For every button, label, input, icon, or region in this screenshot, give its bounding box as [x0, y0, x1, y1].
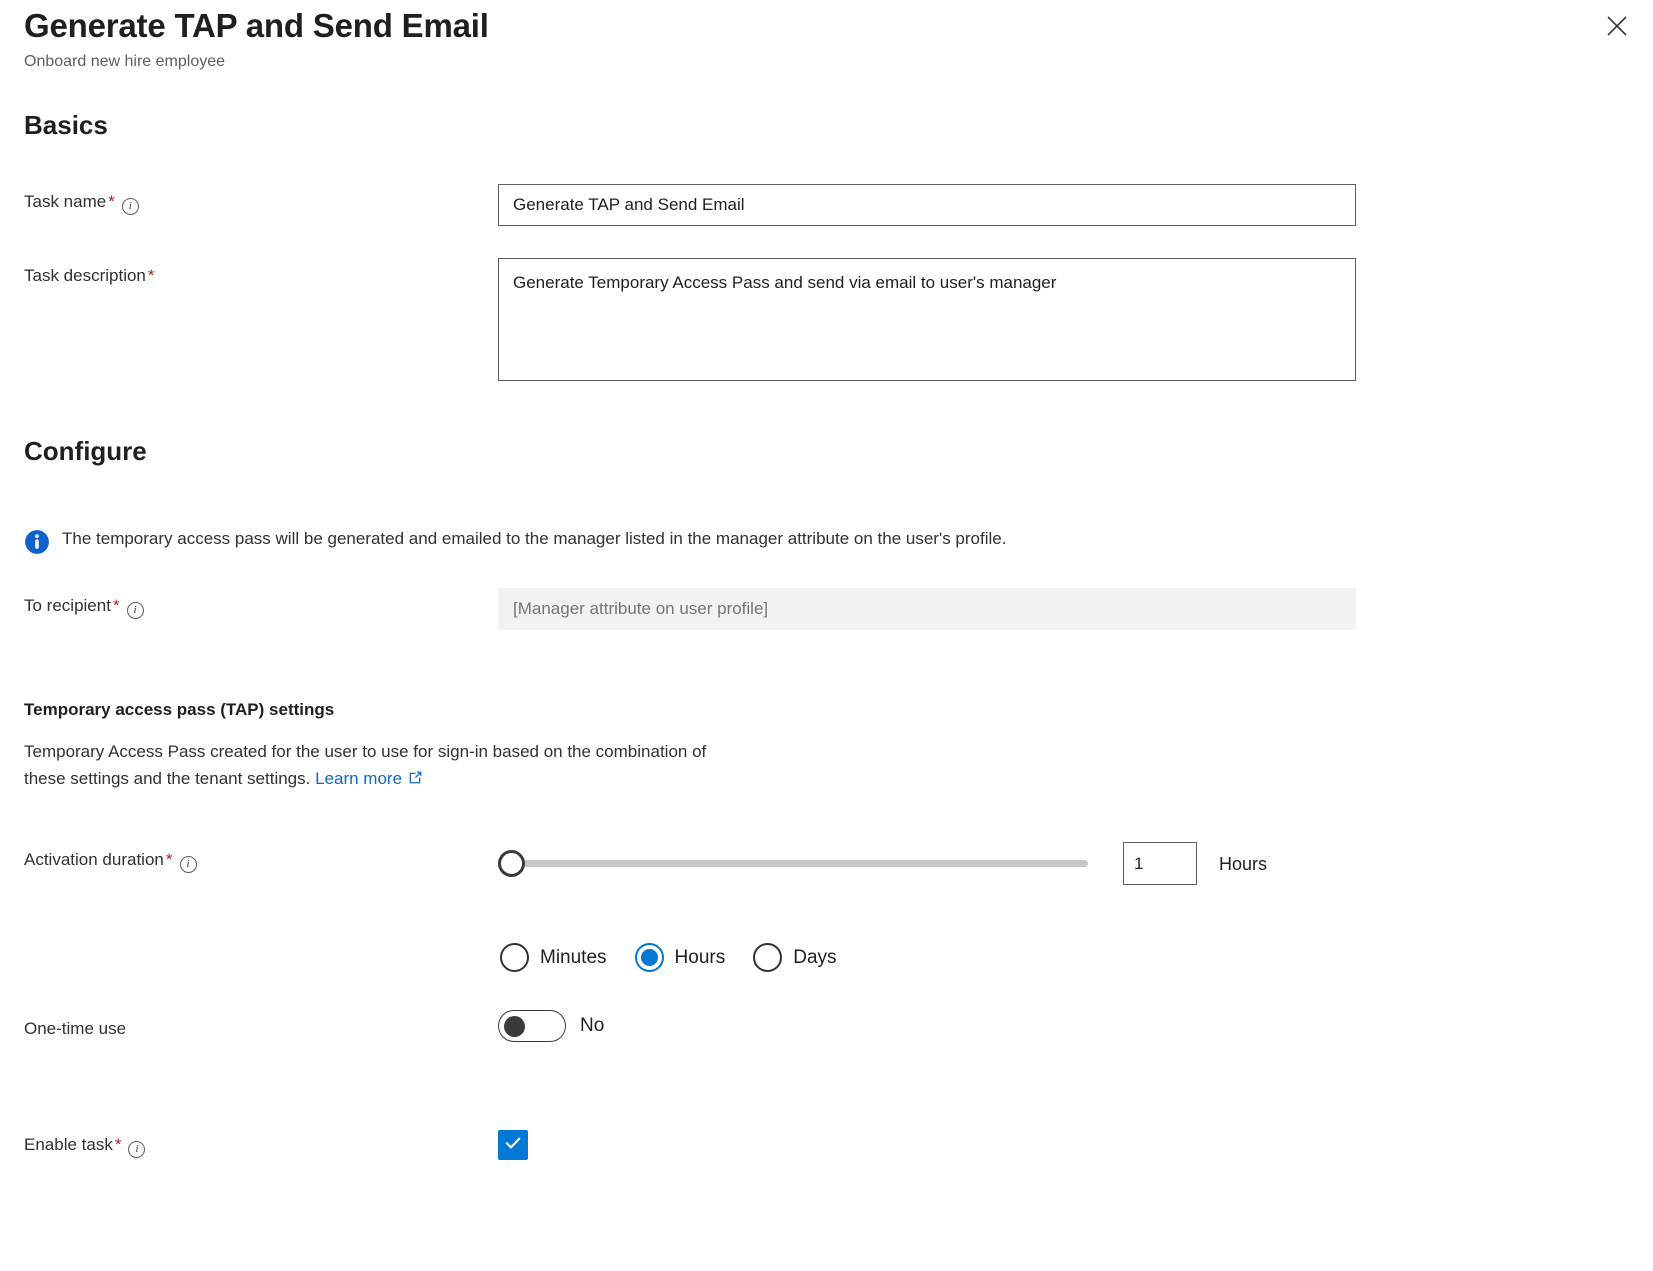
required-asterisk: * [166, 850, 173, 869]
info-filled-icon [24, 529, 50, 560]
tap-settings-description: Temporary Access Pass created for the us… [24, 738, 1034, 794]
duration-unit-radio-group: Minutes Hours Days [500, 943, 1629, 972]
tap-settings-block: Temporary access pass (TAP) settings Tem… [24, 698, 1629, 794]
activation-duration-row: Activation duration* i Hours Minutes Hour… [24, 842, 1629, 972]
duration-unit-label: Hours [1219, 852, 1267, 876]
radio-option-hours[interactable]: Hours [635, 943, 726, 972]
to-recipient-input [498, 588, 1356, 630]
close-button[interactable] [1599, 8, 1635, 44]
required-asterisk: * [108, 192, 115, 211]
close-icon [1605, 14, 1629, 38]
tap-description-line2: these settings and the tenant settings. [24, 769, 310, 788]
task-description-textarea[interactable] [498, 258, 1356, 381]
task-name-label-text: Task name [24, 192, 106, 211]
task-name-row: Task name* i [24, 184, 1629, 226]
checkmark-icon [503, 1133, 523, 1158]
activation-duration-control: Hours Minutes Hours Days [498, 842, 1629, 972]
duration-number-input[interactable] [1123, 842, 1197, 885]
external-link-icon[interactable] [407, 767, 424, 794]
radio-mark-days [753, 943, 782, 972]
toggle-knob [504, 1016, 525, 1037]
task-description-label: Task description* [24, 258, 498, 288]
duration-slider-wrap: Hours [498, 842, 1629, 885]
one-time-use-toggle-wrap: No [498, 1010, 1629, 1042]
radio-mark-hours [635, 943, 664, 972]
activation-duration-label: Activation duration* i [24, 842, 498, 873]
slider-thumb[interactable] [498, 850, 525, 877]
tap-description-line1: Temporary Access Pass created for the us… [24, 742, 706, 761]
one-time-use-row: One-time use No [24, 1010, 1629, 1042]
enable-task-row: Enable task* i [24, 1130, 1629, 1160]
info-circle-icon[interactable]: i [128, 1141, 145, 1158]
task-configuration-panel: Generate TAP and Send Email Onboard new … [0, 0, 1653, 1271]
activation-duration-label-text: Activation duration [24, 850, 164, 869]
task-name-input[interactable] [498, 184, 1356, 226]
task-name-label: Task name* i [24, 184, 498, 215]
task-name-control [498, 184, 1629, 226]
to-recipient-label: To recipient* i [24, 588, 498, 619]
page-subtitle: Onboard new hire employee [24, 50, 1629, 74]
enable-task-control [498, 1130, 1629, 1160]
info-circle-icon[interactable]: i [180, 856, 197, 873]
enable-task-checkbox[interactable] [498, 1130, 528, 1160]
to-recipient-control [498, 588, 1629, 630]
one-time-use-label: One-time use [24, 1011, 498, 1041]
info-banner-message: The temporary access pass will be genera… [62, 526, 1006, 552]
task-description-control [498, 258, 1629, 386]
page-title: Generate TAP and Send Email [24, 4, 1629, 48]
info-circle-icon[interactable]: i [127, 602, 144, 619]
slider-track [512, 860, 1088, 867]
basics-section-title: Basics [24, 108, 1629, 142]
info-circle-icon[interactable]: i [122, 198, 139, 215]
to-recipient-label-text: To recipient [24, 596, 111, 615]
tap-settings-heading: Temporary access pass (TAP) settings [24, 698, 1629, 722]
required-asterisk: * [113, 596, 120, 615]
one-time-use-label-text: One-time use [24, 1019, 126, 1038]
radio-mark-minutes [500, 943, 529, 972]
activation-duration-slider[interactable] [498, 848, 1088, 880]
to-recipient-row: To recipient* i [24, 588, 1629, 630]
required-asterisk: * [148, 266, 155, 285]
enable-task-label: Enable task* i [24, 1133, 498, 1158]
configure-section-title: Configure [24, 434, 1629, 468]
info-banner: The temporary access pass will be genera… [24, 526, 1629, 560]
radio-option-days[interactable]: Days [753, 943, 836, 972]
panel-header: Generate TAP and Send Email Onboard new … [24, 0, 1629, 74]
enable-task-label-text: Enable task [24, 1135, 113, 1154]
one-time-use-control: No [498, 1010, 1629, 1042]
radio-label-days: Days [793, 946, 836, 970]
learn-more-link[interactable]: Learn more [315, 769, 402, 788]
radio-option-minutes[interactable]: Minutes [500, 943, 607, 972]
one-time-use-toggle[interactable] [498, 1010, 566, 1042]
learn-more-label: Learn more [315, 769, 402, 788]
one-time-use-state-label: No [580, 1014, 604, 1038]
required-asterisk: * [115, 1135, 122, 1154]
radio-label-minutes: Minutes [540, 946, 607, 970]
task-description-row: Task description* [24, 258, 1629, 386]
radio-label-hours: Hours [675, 946, 726, 970]
task-description-label-text: Task description [24, 266, 146, 285]
